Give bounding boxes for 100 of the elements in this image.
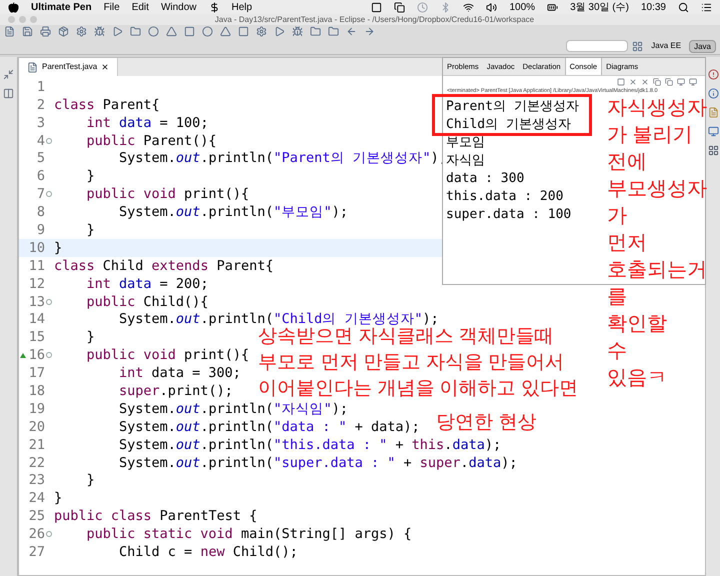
diagram-icon[interactable] bbox=[708, 145, 718, 156]
code-line: class Child extends Parent{ bbox=[53, 256, 274, 276]
problems-icon[interactable] bbox=[708, 69, 718, 80]
console-tool-icon[interactable] bbox=[689, 78, 697, 86]
line-number: 7 bbox=[36, 185, 45, 204]
folder-icon[interactable] bbox=[310, 26, 321, 37]
menu-item[interactable]: Window bbox=[160, 0, 197, 14]
code-line: System.out.println("Child의 기본생성자"); bbox=[118, 310, 439, 328]
line-number: 10 bbox=[28, 238, 45, 258]
line-number: 26 bbox=[28, 525, 45, 544]
line-number: 14 bbox=[28, 310, 45, 330]
console-tool-icon[interactable] bbox=[641, 78, 649, 86]
line-number: 2 bbox=[36, 96, 45, 115]
fold-icon[interactable] bbox=[46, 352, 52, 358]
console-tool-icon[interactable] bbox=[629, 78, 637, 86]
annotation-text: 있음ㅋ bbox=[607, 366, 668, 391]
annotation-text: 확인할 bbox=[607, 312, 668, 337]
search-icon[interactable] bbox=[678, 2, 689, 12]
clock-icon[interactable] bbox=[417, 2, 428, 12]
menu-date: 3월 30일 (수) bbox=[570, 0, 629, 14]
menu-item[interactable]: Edit bbox=[132, 0, 149, 14]
restore-icon[interactable] bbox=[3, 69, 14, 80]
bug-icon[interactable] bbox=[292, 26, 303, 37]
run-icon[interactable] bbox=[274, 26, 285, 37]
app-name[interactable]: Ultimate Pen bbox=[31, 0, 92, 14]
annotation-text: 자식생성자 bbox=[607, 96, 707, 121]
line-number: 15 bbox=[28, 328, 45, 348]
code-line: System.out.println("super.data : " + super.data); bbox=[118, 454, 518, 473]
folder-icon[interactable] bbox=[130, 26, 141, 37]
line-number: 8 bbox=[36, 203, 45, 222]
console-tool-icon[interactable] bbox=[653, 78, 661, 86]
console-icon[interactable] bbox=[708, 126, 718, 137]
fold-icon[interactable] bbox=[46, 531, 52, 538]
forward-arrow-icon[interactable] bbox=[364, 26, 375, 37]
editor-tab[interactable]: ParentTest.java bbox=[19, 58, 118, 76]
line-number: 3 bbox=[36, 114, 45, 133]
print-icon[interactable] bbox=[40, 26, 51, 37]
new-file-icon[interactable] bbox=[4, 26, 15, 37]
fold-icon[interactable] bbox=[46, 191, 52, 198]
console-tool-icon[interactable] bbox=[677, 78, 685, 86]
annotation-text: 가 불리기 bbox=[607, 123, 694, 148]
run-icon[interactable] bbox=[112, 26, 123, 37]
code-line: public class ParentTest { bbox=[53, 507, 258, 526]
line-number: 20 bbox=[28, 418, 45, 437]
outline-icon[interactable] bbox=[3, 88, 14, 99]
open-perspective-icon[interactable] bbox=[632, 40, 644, 52]
code-line: public static void main(String[] args) { bbox=[86, 525, 412, 544]
line-number: 17 bbox=[28, 364, 45, 384]
triangle-icon[interactable] bbox=[220, 26, 231, 37]
back-arrow-icon[interactable] bbox=[346, 26, 357, 37]
fold-icon[interactable] bbox=[46, 298, 52, 305]
dollar-icon[interactable] bbox=[208, 2, 220, 12]
menu-item[interactable]: File bbox=[104, 0, 120, 14]
square-icon[interactable] bbox=[371, 2, 382, 12]
console-tool-icon[interactable] bbox=[617, 78, 625, 86]
bluetooth-icon[interactable] bbox=[440, 2, 452, 12]
annotation-text: 호출되는거 bbox=[607, 258, 707, 283]
apple-icon[interactable] bbox=[8, 2, 19, 12]
java-file-icon[interactable] bbox=[27, 62, 38, 72]
annotation-text: 를 bbox=[607, 285, 628, 310]
line-number: 22 bbox=[28, 454, 45, 473]
close-icon[interactable] bbox=[101, 63, 110, 71]
code-line: } bbox=[86, 220, 95, 240]
wifi-icon[interactable] bbox=[463, 2, 474, 12]
console-output-line: Child의 기본생성자 bbox=[446, 116, 571, 134]
battery-percent: 100% bbox=[509, 0, 536, 14]
line-number: 25 bbox=[28, 507, 45, 526]
console-output-line: super.data : 100 bbox=[446, 206, 572, 224]
list-icon[interactable] bbox=[701, 2, 712, 12]
circle-icon[interactable] bbox=[202, 26, 213, 37]
volume-icon[interactable] bbox=[486, 2, 498, 12]
triangle-icon[interactable] bbox=[166, 26, 177, 37]
save-icon[interactable] bbox=[22, 26, 33, 37]
declaration-icon[interactable] bbox=[708, 107, 718, 118]
circle-icon[interactable] bbox=[148, 26, 159, 37]
console-tool-icon[interactable] bbox=[665, 78, 673, 86]
gear-icon[interactable] bbox=[256, 26, 267, 37]
fold-icon[interactable] bbox=[46, 138, 52, 144]
annotation-text: 가 bbox=[607, 204, 628, 229]
console-output-line: 자식임 bbox=[446, 152, 485, 170]
code-line: public Child(){ bbox=[86, 292, 208, 312]
annotation-text: 이어붙인다는 개념을 이해하고 있다면 bbox=[258, 377, 578, 401]
code-line: System.out.println("자식임"); bbox=[118, 400, 348, 419]
menu-item[interactable]: Help bbox=[232, 0, 252, 14]
code-line: System.out.println("this.data : " + this.data); bbox=[118, 436, 502, 455]
line-number: 5 bbox=[36, 149, 45, 168]
package-icon[interactable] bbox=[58, 26, 69, 37]
battery-icon[interactable] bbox=[547, 2, 558, 12]
line-number: 18 bbox=[28, 382, 45, 401]
line-number: 9 bbox=[36, 220, 45, 240]
perspective-button[interactable]: Java bbox=[689, 40, 716, 52]
bug-icon[interactable] bbox=[94, 26, 105, 37]
info-icon[interactable] bbox=[708, 88, 718, 99]
annotation-text: 수 bbox=[607, 339, 628, 364]
gear-icon[interactable] bbox=[76, 26, 87, 37]
quick-access-field[interactable] bbox=[566, 40, 628, 52]
folder-icon[interactable] bbox=[328, 26, 339, 37]
copy-icon[interactable] bbox=[394, 2, 406, 12]
perspective-button[interactable]: Java EE bbox=[647, 40, 686, 52]
code-line: } bbox=[86, 471, 95, 490]
